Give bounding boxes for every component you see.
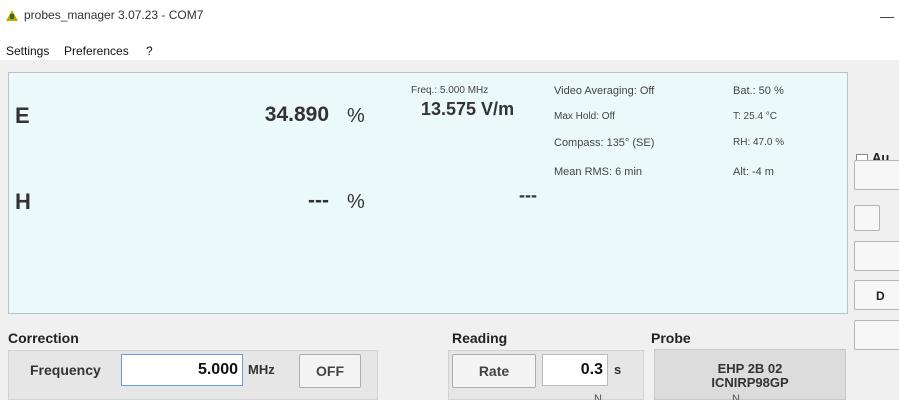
menu-bar: Settings Preferences ? bbox=[0, 40, 899, 60]
frequency-input[interactable]: 5.000 bbox=[121, 354, 243, 386]
frequency-readout: Freq.: 5.000 MHz bbox=[411, 85, 489, 96]
e-percent-value: 34.890 bbox=[264, 103, 329, 126]
probe-standard: ICNIRP98GP bbox=[711, 375, 789, 390]
window-title: probes_manager 3.07.23 - COM7 bbox=[24, 8, 204, 22]
cutoff-text-b: N bbox=[732, 393, 740, 400]
title-bar: probes_manager 3.07.23 - COM7 — bbox=[0, 0, 899, 40]
side-button-d[interactable]: D bbox=[854, 280, 899, 310]
probe-model: EHP 2B 02 bbox=[717, 361, 783, 376]
side-toggle-button[interactable] bbox=[854, 205, 880, 231]
h-percent-unit: % bbox=[347, 191, 365, 213]
compass-status: Compass: 135° (SE) bbox=[554, 137, 655, 149]
correction-title: Correction bbox=[8, 330, 79, 346]
altitude-status: Alt: -4 m bbox=[733, 166, 774, 178]
frequency-label: Frequency bbox=[30, 362, 101, 378]
side-button-1[interactable] bbox=[854, 160, 899, 190]
h-percent-value: --- bbox=[308, 189, 329, 212]
temperature-status: T: 25.4 °C bbox=[733, 111, 778, 122]
cutoff-text-a: N bbox=[594, 393, 602, 400]
menu-settings[interactable]: Settings bbox=[6, 44, 49, 58]
h-field-value: --- bbox=[519, 185, 537, 205]
correction-off-button[interactable]: OFF bbox=[299, 354, 361, 388]
side-button-3[interactable] bbox=[854, 320, 899, 350]
side-button-d-label: D bbox=[876, 289, 885, 303]
e-field-value: 13.575 V/m bbox=[421, 99, 515, 119]
mean-rms-status: Mean RMS: 6 min bbox=[554, 166, 643, 178]
video-averaging-status: Video Averaging: Off bbox=[554, 85, 655, 97]
humidity-status: RH: 47.0 % bbox=[733, 137, 785, 148]
reading-title: Reading bbox=[452, 330, 508, 346]
rate-unit: s bbox=[614, 362, 622, 377]
frequency-unit: MHz bbox=[248, 362, 275, 377]
h-field-label: H bbox=[15, 189, 31, 214]
side-button-2[interactable] bbox=[854, 241, 899, 271]
app-logo-icon bbox=[6, 10, 18, 21]
rate-input[interactable]: 0.3 bbox=[542, 354, 608, 386]
minimize-button[interactable]: — bbox=[880, 8, 894, 24]
e-field-label: E bbox=[15, 103, 30, 128]
probe-info-box: EHP 2B 02 ICNIRP98GP bbox=[654, 349, 846, 400]
max-hold-status: Max Hold: Off bbox=[554, 111, 615, 122]
menu-help[interactable]: ? bbox=[146, 44, 153, 58]
e-percent-unit: % bbox=[347, 105, 365, 127]
menu-preferences[interactable]: Preferences bbox=[64, 44, 129, 58]
probe-title: Probe bbox=[651, 330, 691, 346]
rate-button[interactable]: Rate bbox=[452, 354, 536, 388]
battery-status: Bat.: 50 % bbox=[733, 85, 784, 97]
measurement-panel: E 34.890 % Freq.: 5.000 MHz 13.575 V/m V… bbox=[8, 72, 848, 314]
